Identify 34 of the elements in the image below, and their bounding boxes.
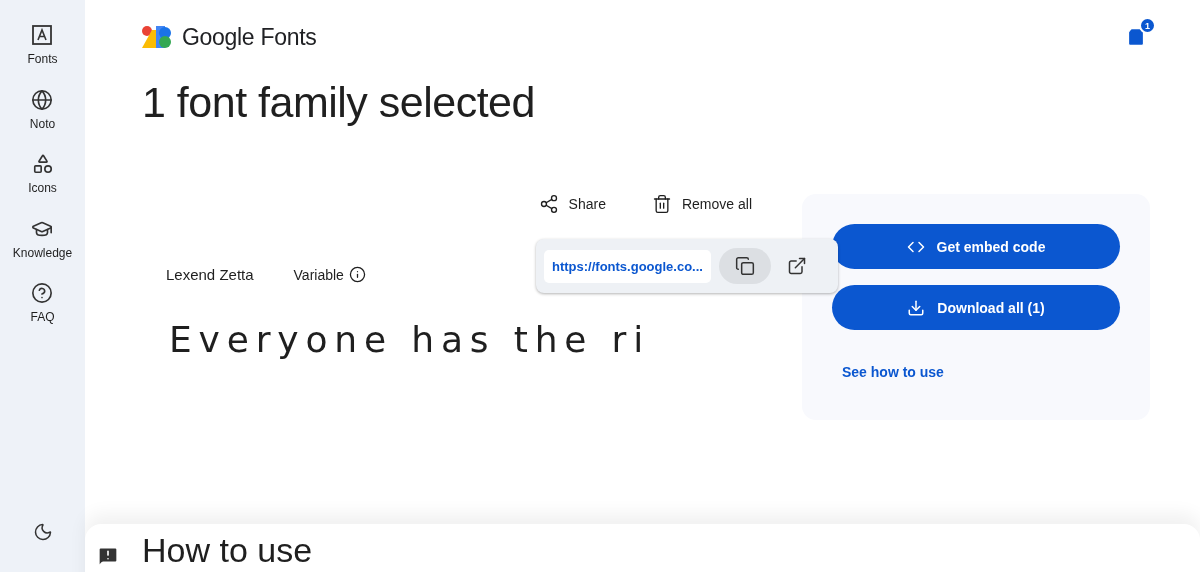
sidebar-item[interactable]: Fonts <box>27 24 58 89</box>
feedback-icon[interactable] <box>97 545 119 567</box>
sidebar-item[interactable]: Icons <box>28 153 57 218</box>
download-icon <box>907 298 926 317</box>
globe-icon <box>31 88 54 111</box>
font-sample-text: Everyone has the ri <box>168 319 651 360</box>
logo-icon <box>142 26 172 48</box>
cart-count-badge: 1 <box>1139 17 1156 34</box>
logo-text: Google Fonts <box>182 23 317 51</box>
info-icon[interactable] <box>348 266 366 283</box>
sidebar-item[interactable]: Knowledge <box>12 217 73 282</box>
external-link-icon <box>786 256 807 276</box>
page-title: 1 font family selected <box>142 78 536 128</box>
copy-button[interactable] <box>718 248 771 284</box>
shapes-icon <box>31 153 54 175</box>
remove-all-button[interactable]: Remove all <box>651 194 752 214</box>
share-button[interactable]: Share <box>538 194 606 214</box>
sidebar-item[interactable]: Noto <box>29 88 56 153</box>
url-field[interactable]: https://fonts.google.co... <box>544 249 711 283</box>
cart-button[interactable] <box>1126 27 1146 47</box>
font-name: Lexend Zetta <box>166 266 254 283</box>
moon-icon[interactable] <box>32 522 53 542</box>
font-type-label: Variable <box>293 266 344 283</box>
download-button[interactable]: Download all (1) <box>832 285 1120 330</box>
letter-a-icon <box>31 24 54 46</box>
trash-icon <box>651 194 672 214</box>
shopping-bag-icon <box>1126 27 1146 47</box>
help-icon <box>31 282 54 304</box>
see-how-to-use-link[interactable]: See how to use <box>842 364 1120 380</box>
copy-icon <box>734 256 755 276</box>
sidebar-item[interactable]: FAQ <box>30 282 55 347</box>
embed-code-button[interactable]: Get embed code <box>832 224 1120 269</box>
share-icon <box>538 194 559 214</box>
section-heading: How to use <box>142 530 314 570</box>
